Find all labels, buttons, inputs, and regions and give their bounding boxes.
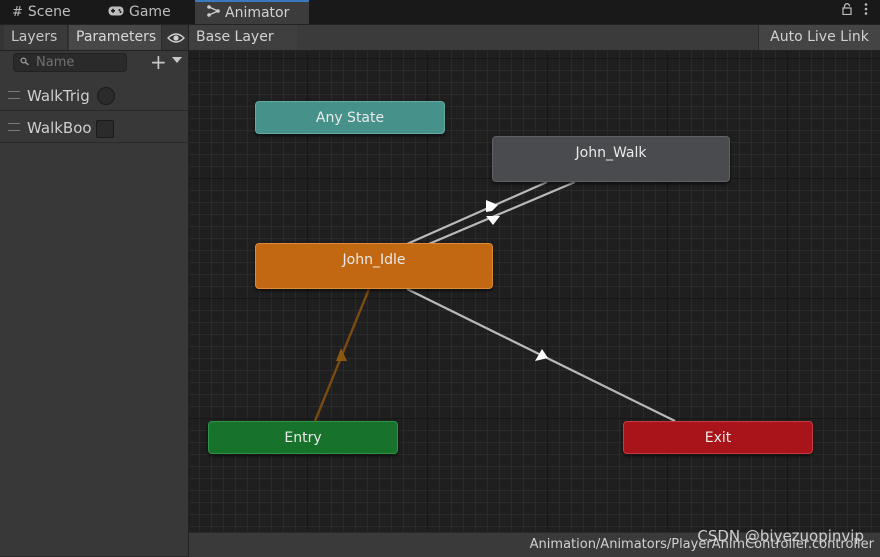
tab-animator-label: Animator (225, 5, 290, 21)
panel-tabs: Layers Parameters (0, 25, 188, 51)
drag-handle-icon[interactable] (8, 123, 20, 131)
auto-live-link-button[interactable]: Auto Live Link (758, 25, 880, 50)
state-any-state[interactable]: Any State (255, 101, 445, 134)
tab-parameters[interactable]: Parameters (69, 25, 162, 50)
graph-toolbar: Base Layer Auto Live Link (189, 25, 880, 51)
transition-arrow-exit (535, 349, 548, 361)
kebab-icon[interactable] (864, 3, 868, 19)
chevron-down-icon[interactable] (172, 57, 182, 63)
watermark-text: CSDN @biyezuopinvip (697, 527, 864, 545)
parameter-row[interactable]: WalkTrig (0, 80, 188, 111)
search-icon (20, 56, 30, 69)
state-machine-canvas[interactable]: Any State John_Walk John_Idle Entry Exit (189, 51, 880, 532)
transition-arrow-down (486, 216, 500, 225)
parameter-name: WalkTrig (27, 87, 90, 105)
editor-tab-bar: # Scene Game Animator (0, 0, 880, 25)
bool-checkbox[interactable] (96, 120, 114, 138)
parameter-search[interactable] (13, 53, 127, 72)
breadcrumb[interactable]: Base Layer (189, 25, 297, 50)
add-parameter-button[interactable]: + (150, 52, 167, 72)
drag-handle-icon[interactable] (8, 91, 20, 99)
eye-icon[interactable] (164, 25, 188, 50)
parameters-panel: Layers Parameters + WalkTrig WalkBoo (0, 25, 189, 556)
tab-game-label: Game (129, 4, 171, 20)
window-tools (842, 3, 868, 19)
parameter-row[interactable]: WalkBoo (0, 112, 188, 143)
tab-scene[interactable]: # Scene (12, 0, 71, 24)
lock-icon[interactable] (842, 3, 852, 19)
transition-arrow-up (486, 200, 498, 212)
tab-scene-label: Scene (27, 4, 71, 20)
search-input[interactable] (36, 55, 116, 70)
state-exit[interactable]: Exit (623, 421, 813, 454)
gamepad-icon (108, 5, 124, 20)
tab-game[interactable]: Game (108, 0, 171, 24)
state-entry[interactable]: Entry (208, 421, 398, 454)
tab-layers[interactable]: Layers (4, 25, 68, 50)
state-john-idle[interactable]: John_Idle (255, 243, 493, 289)
transition-walk-to-idle (416, 180, 576, 251)
trigger-toggle[interactable] (97, 87, 115, 105)
grid-icon: # (12, 4, 23, 20)
state-john-walk[interactable]: John_Walk (492, 136, 730, 182)
breadcrumb-arrow (289, 25, 298, 50)
parameter-name: WalkBoo (27, 119, 92, 137)
tab-animator[interactable]: Animator (195, 0, 309, 24)
animator-icon (207, 5, 220, 21)
transition-idle-to-walk (406, 180, 548, 246)
